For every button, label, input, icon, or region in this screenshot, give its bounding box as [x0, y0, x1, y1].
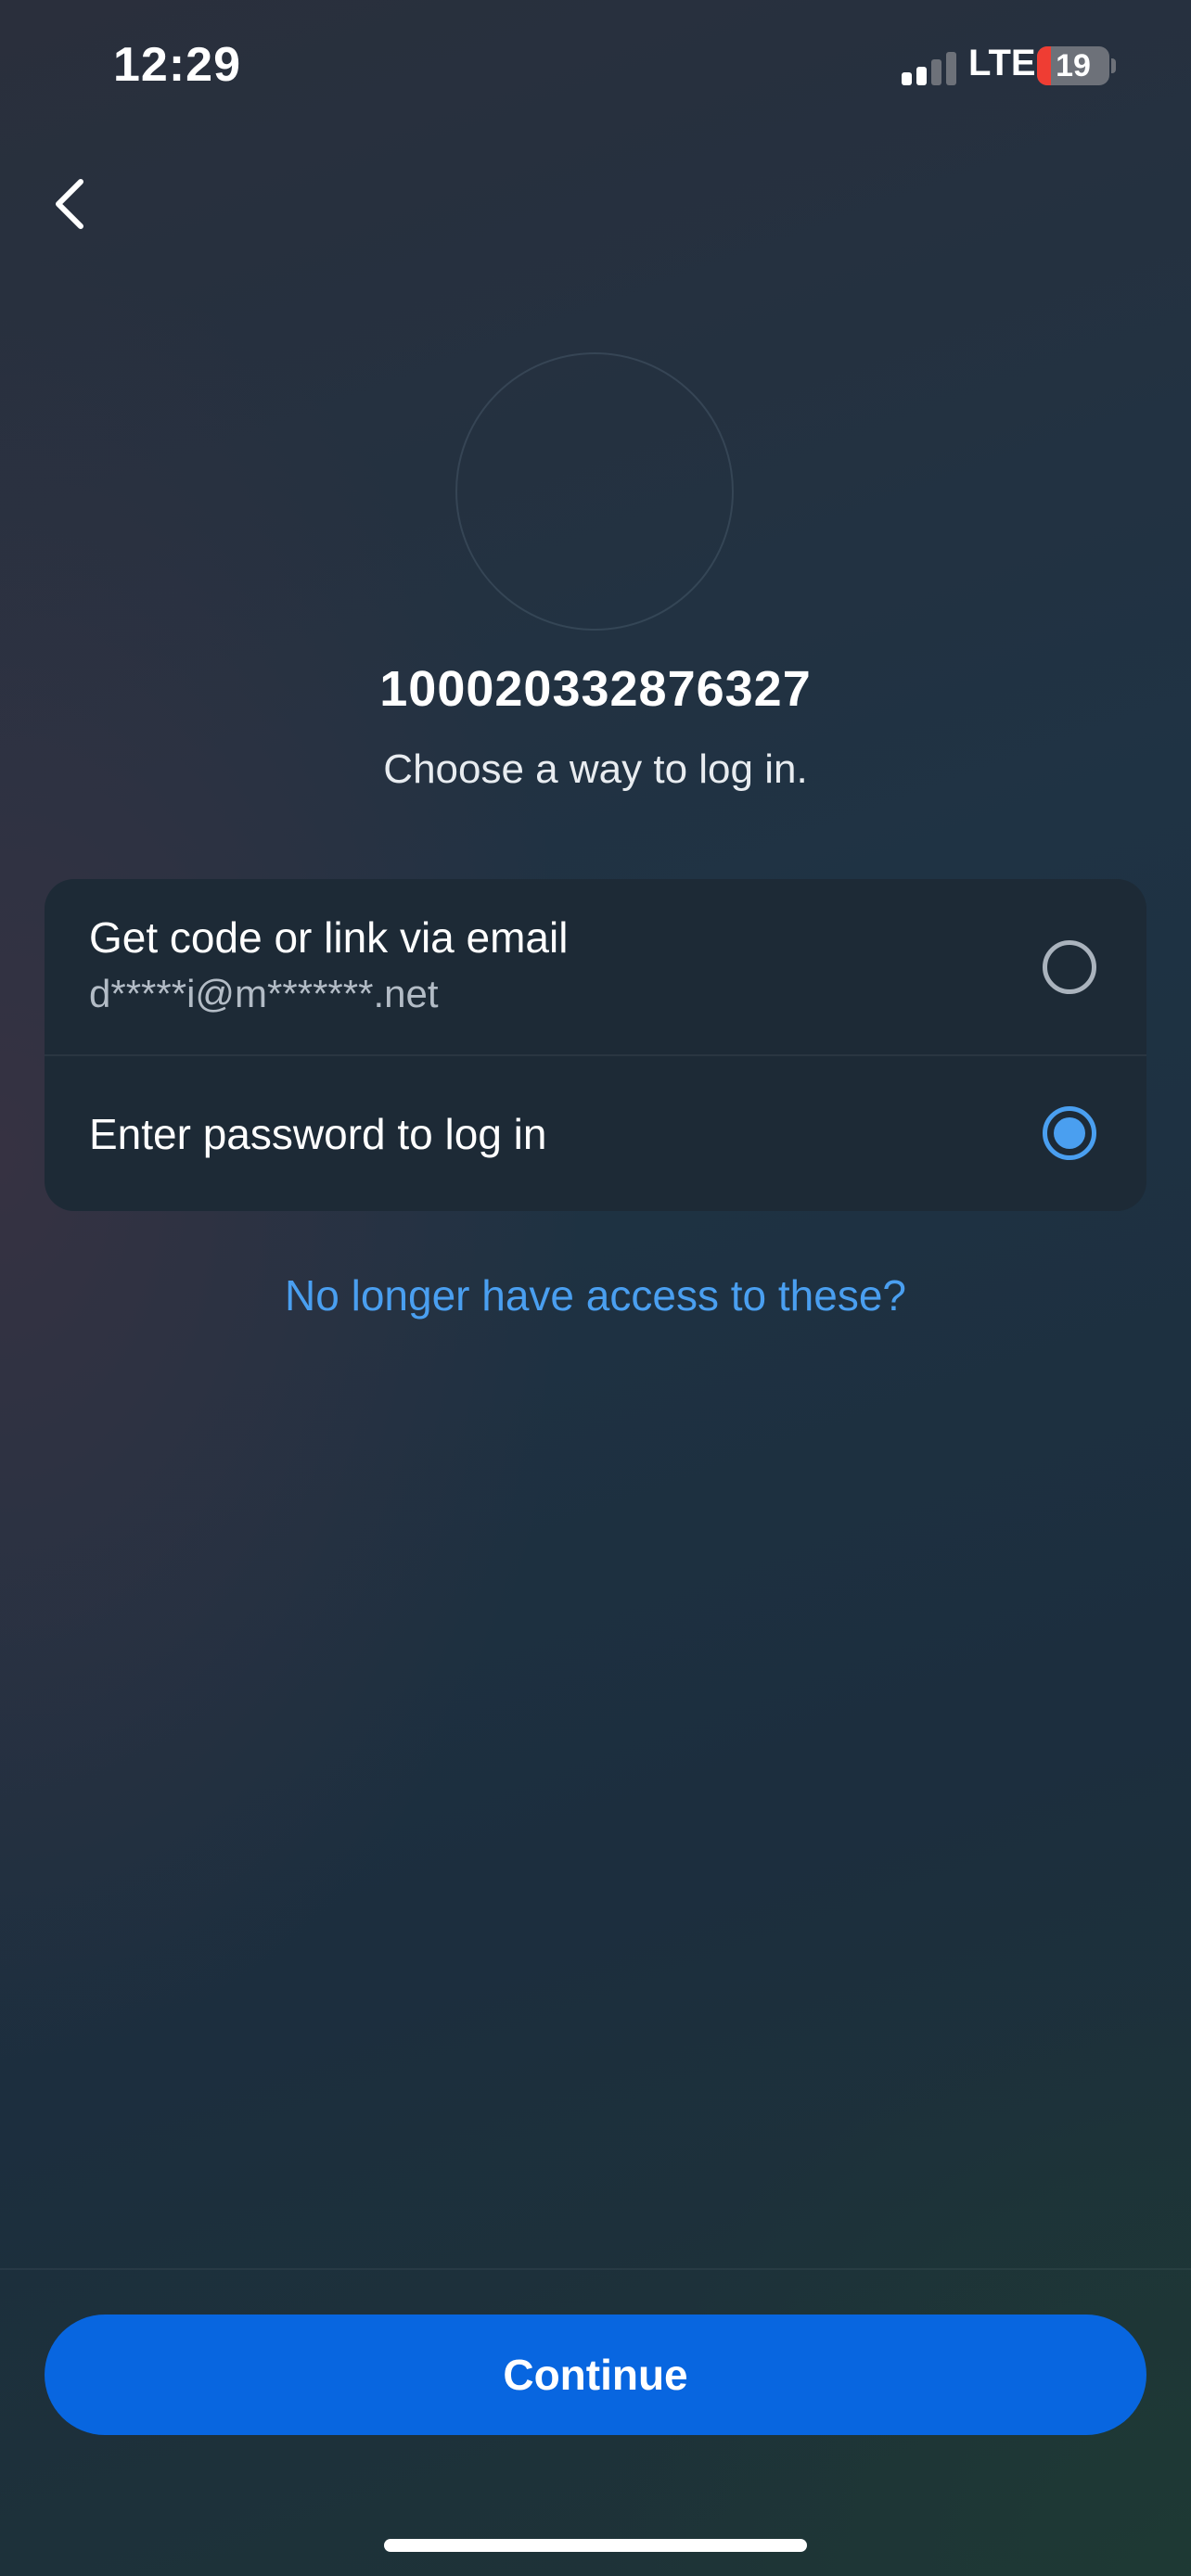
option-password-title: Enter password to log in: [89, 1110, 547, 1158]
status-time: 12:29: [113, 38, 241, 92]
radio-password-selected[interactable]: [1043, 1106, 1096, 1160]
option-email-address: d*****i@m*******.net: [89, 972, 439, 1015]
battery-cap: [1111, 58, 1116, 73]
option-email-code[interactable]: Get code or link via email d*****i@m****…: [45, 879, 1146, 1055]
radio-selected-dot: [1054, 1117, 1085, 1149]
no-access-link[interactable]: No longer have access to these?: [0, 1270, 1191, 1320]
option-password[interactable]: Enter password to log in: [45, 1055, 1146, 1211]
continue-button[interactable]: Continue: [45, 2315, 1146, 2435]
battery-icon: 19: [1037, 46, 1109, 85]
footer-divider: [0, 2268, 1191, 2270]
option-email-title: Get code or link via email: [89, 913, 569, 962]
signal-strength-icon: [902, 52, 957, 85]
avatar: [455, 352, 734, 631]
account-identifier: 100020332876327: [379, 661, 812, 717]
back-button[interactable]: [37, 167, 102, 241]
home-indicator[interactable]: [384, 2539, 807, 2552]
chevron-left-icon: [56, 179, 83, 229]
login-prompt: Choose a way to log in.: [383, 746, 808, 792]
radio-email-unselected[interactable]: [1043, 940, 1096, 994]
battery-level: 19: [1056, 47, 1091, 83]
network-type: LTE: [968, 43, 1036, 83]
login-options-card: Get code or link via email d*****i@m****…: [45, 879, 1146, 1211]
status-bar: 12:29 LTE 19: [0, 0, 1191, 139]
